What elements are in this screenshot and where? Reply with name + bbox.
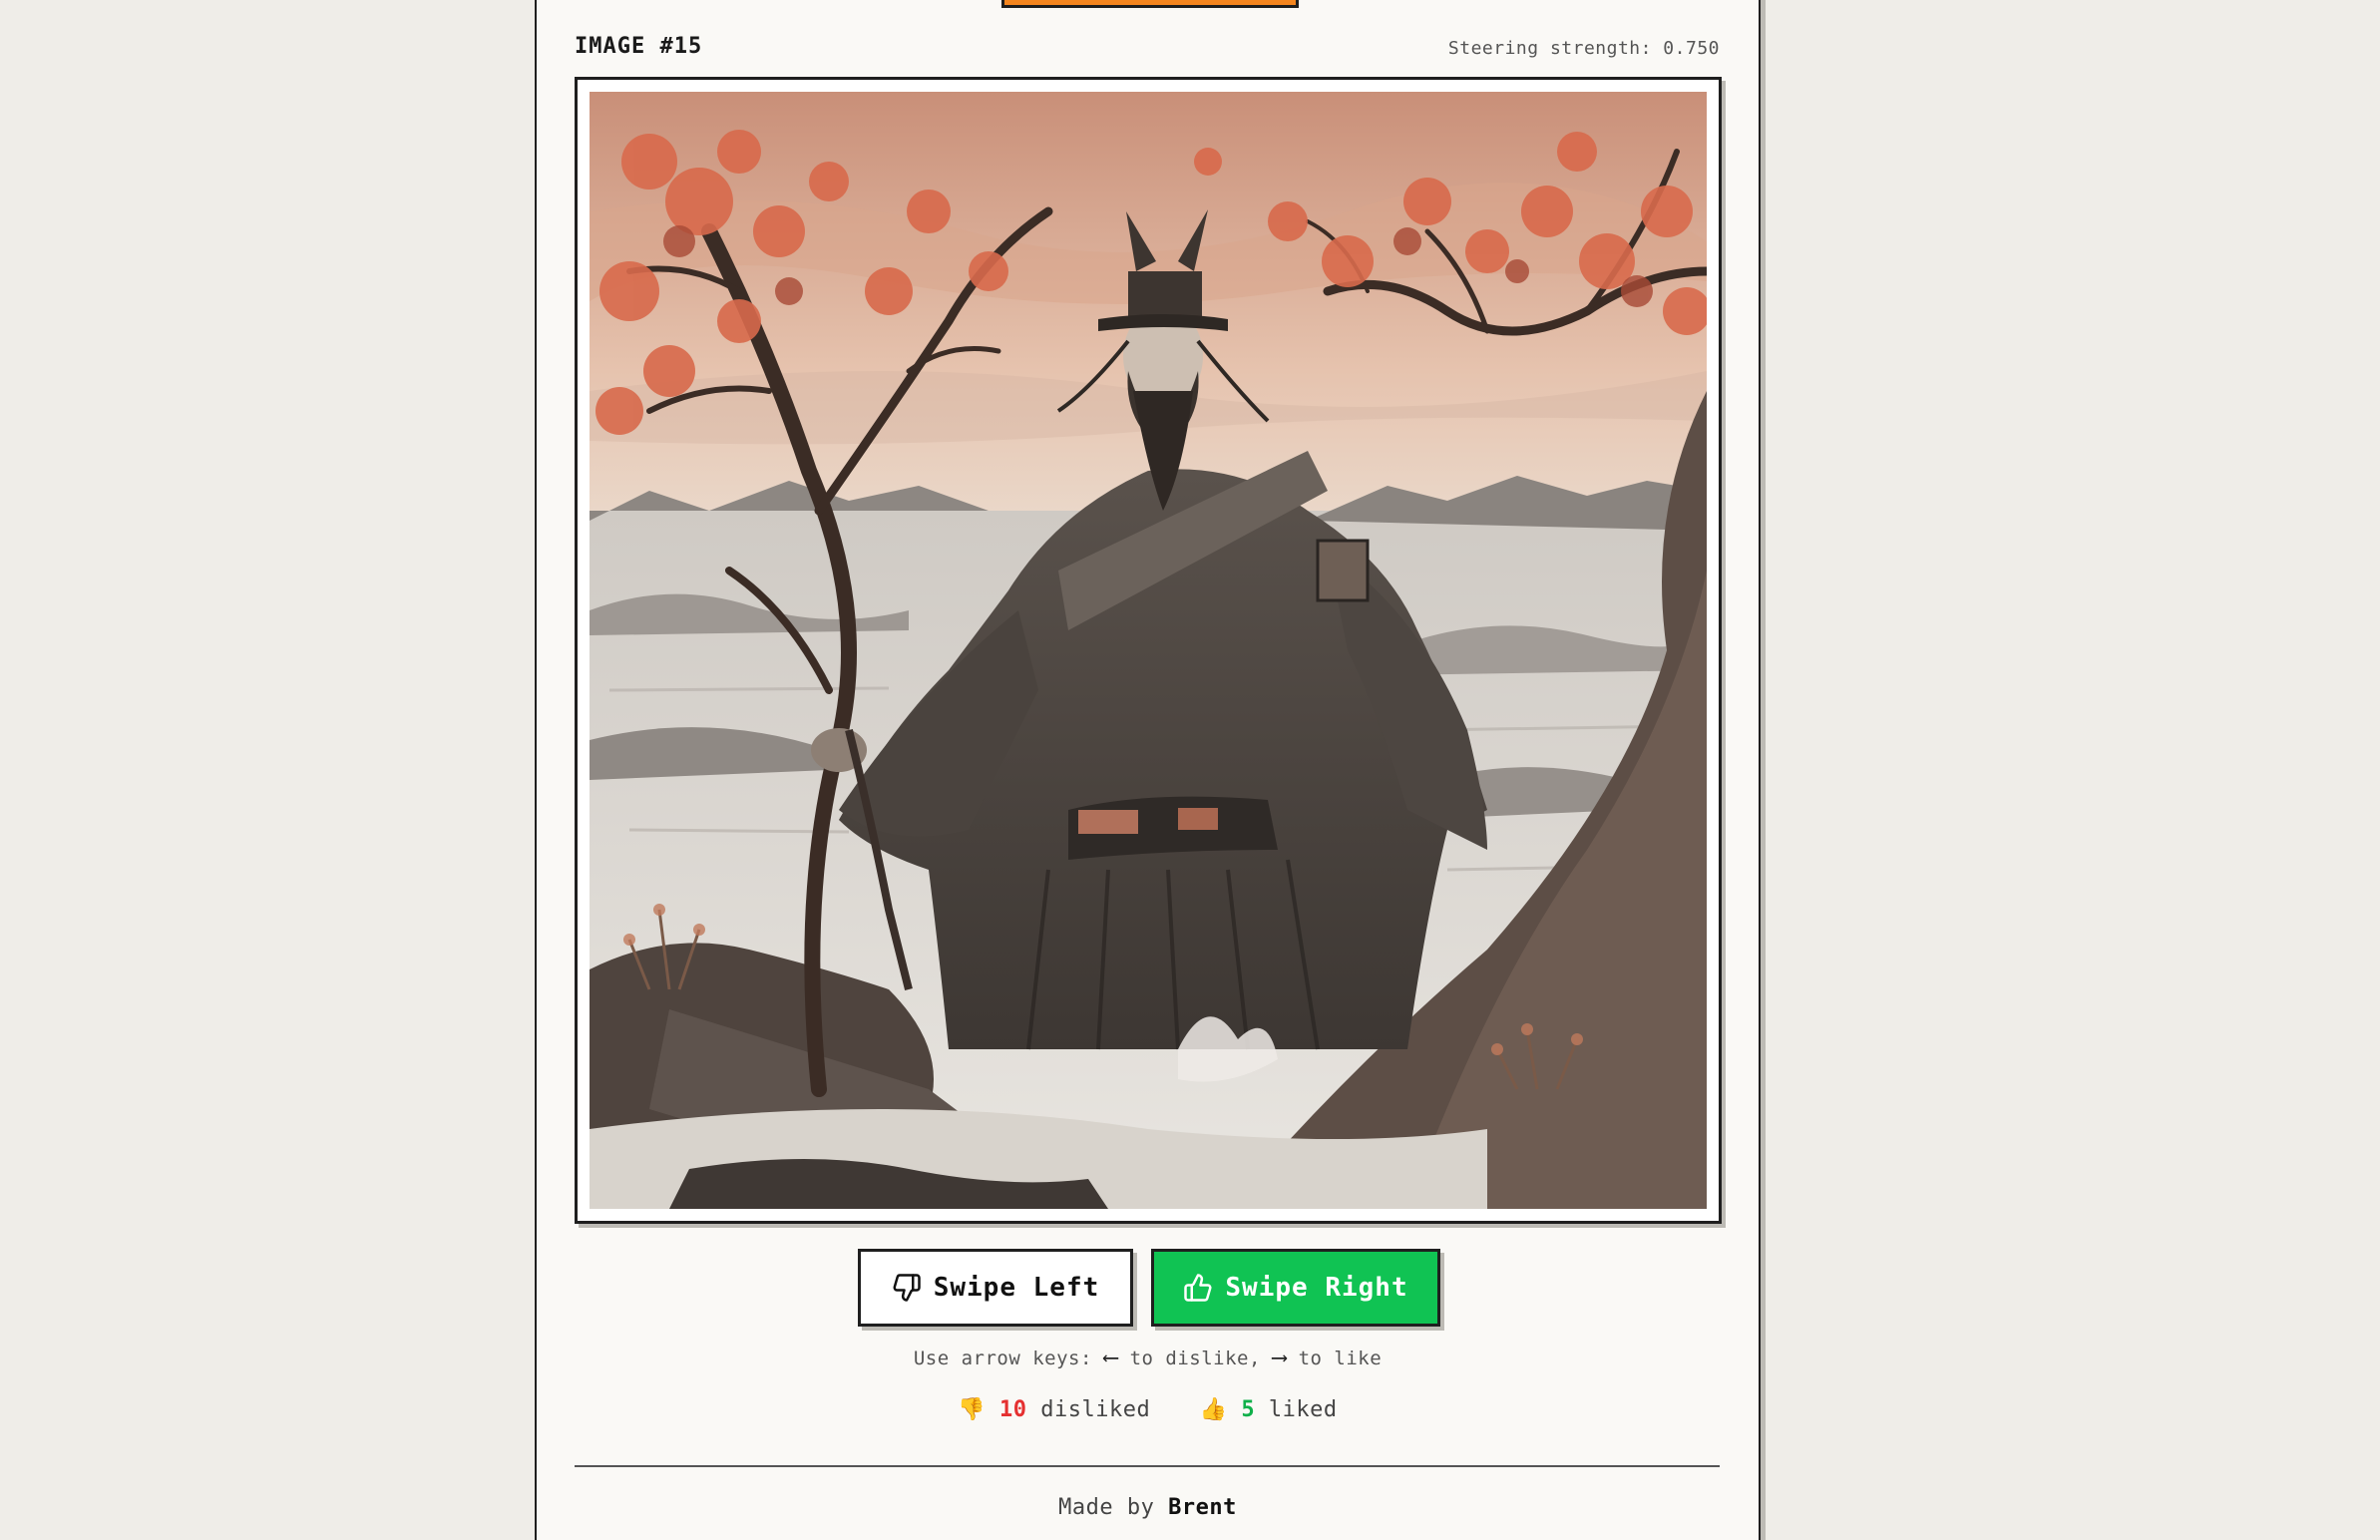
thumbs-up-emoji-icon: 👍 (1199, 1397, 1228, 1422)
keyboard-hint: Use arrow keys: ⟵ to dislike, ⟶ to like (537, 1346, 1759, 1370)
disliked-label: disliked (1040, 1397, 1151, 1422)
steering-strength-label: Steering strength: 0.750 (1447, 38, 1720, 59)
liked-label: liked (1268, 1397, 1338, 1422)
swipe-left-label: Swipe Left (933, 1273, 1100, 1303)
swipe-stats: 👎 10 disliked 👍 5 liked (537, 1397, 1759, 1422)
generated-image (590, 92, 1707, 1209)
liked-count: 5 (1241, 1397, 1256, 1422)
swipe-right-label: Swipe Right (1225, 1273, 1408, 1303)
right-arrow-icon: ⟶ (1272, 1346, 1287, 1370)
swipe-left-button[interactable]: Swipe Left (858, 1249, 1133, 1327)
hint-right-text: to like (1298, 1348, 1383, 1369)
thumbs-down-icon (892, 1273, 922, 1303)
thumbs-up-icon (1183, 1273, 1213, 1303)
main-panel: IMAGE #15 Steering strength: 0.750 Swipe… (535, 0, 1761, 1540)
footer-divider (575, 1465, 1720, 1467)
hint-prefix: Use arrow keys: (913, 1348, 1092, 1369)
footer: Made by Brent (537, 1495, 1759, 1520)
image-frame (575, 77, 1722, 1224)
swipe-right-button[interactable]: Swipe Right (1151, 1249, 1440, 1327)
made-by-text: Made by (1058, 1495, 1155, 1520)
image-number-label: IMAGE #15 (575, 34, 703, 59)
author-name: Brent (1168, 1495, 1237, 1520)
hint-left-text: to dislike, (1129, 1348, 1261, 1369)
swipe-buttons: Swipe Left Swipe Right (537, 1249, 1759, 1333)
top-accent-button[interactable] (1001, 0, 1299, 8)
left-arrow-icon: ⟵ (1103, 1346, 1118, 1370)
card-header: IMAGE #15 Steering strength: 0.750 (575, 34, 1720, 64)
disliked-count: 10 (999, 1397, 1027, 1422)
thumbs-down-emoji-icon: 👎 (958, 1397, 987, 1422)
